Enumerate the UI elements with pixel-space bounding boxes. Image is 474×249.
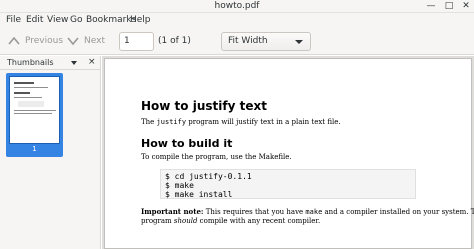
next-button[interactable]: Next [67,33,105,49]
thumbnail-line [14,87,48,88]
thumbnail-line [14,97,42,98]
document-viewport[interactable]: How to justify text The justify program … [102,56,474,249]
sidebar-header[interactable]: Thumbnails × [0,56,100,70]
note-label: Important note: [141,207,204,216]
inline-code: justify [156,118,187,126]
maximize-icon[interactable]: □ [442,0,456,13]
intro-paragraph: The justify program will justify text in… [141,118,341,126]
document-heading-2: How to build it [141,137,233,150]
text-span: program will justify text in a plain tex… [186,118,341,126]
sidebar: Thumbnails × 1 [0,56,101,249]
thumbnail-line [14,92,30,94]
menu-edit[interactable]: Edit [26,15,43,25]
menu-bookmarks[interactable]: Bookmarks [86,15,136,25]
zoom-value: Fit Width [228,36,268,46]
menu-bar: File Edit View Go Bookmarks Help [0,13,474,28]
code-line: $ make [165,181,194,190]
thumbnail-line [14,113,52,114]
thumbnail-page-number: 1 [32,145,37,153]
menu-file[interactable]: File [6,15,21,25]
thumbnail-line [14,82,34,84]
title-bar: howto.pdf — □ ✕ [0,0,474,13]
code-line: $ make install [165,190,233,199]
text-span: and a compiler installed on your system.… [322,208,474,216]
chevron-up-icon [8,36,20,45]
chevron-down-icon[interactable] [71,61,77,65]
zoom-select[interactable]: Fit Width [221,32,311,51]
menu-view[interactable]: View [47,15,68,25]
note-paragraph-line-2: program should compile with any recent c… [141,217,320,225]
toolbar: Previous Next 1 (1 of 1) Fit Width [0,28,474,55]
previous-label: Previous [25,36,64,46]
text-span: This requires that you have [203,208,306,216]
code-line: $ cd justify-0.1.1 [165,172,252,181]
note-paragraph-line-1: Important note: This requires that you h… [141,207,474,216]
sidebar-mode-label: Thumbnails [7,58,54,67]
minimize-icon[interactable]: — [424,0,438,13]
thumbnail-page-preview [9,76,60,144]
menu-go[interactable]: Go [70,15,82,25]
window-title: howto.pdf [214,1,260,11]
next-label: Next [84,36,105,46]
text-span: compile with any recent compiler. [197,217,321,225]
text-span: The [141,118,157,126]
page-number-input[interactable]: 1 [119,32,154,51]
thumbnail-code-block [18,101,44,107]
inline-code: make [305,208,323,216]
document-heading-1: How to justify text [141,99,267,113]
document-page: How to justify text The justify program … [104,58,474,249]
emphasis: should [173,217,198,225]
page-count: (1 of 1) [158,36,191,46]
text-span: program [141,217,174,225]
close-icon[interactable]: ✕ [459,0,473,13]
previous-button[interactable]: Previous [8,33,63,49]
code-block: $ cd justify-0.1.1 $ make $ make install [160,169,416,199]
chevron-down-icon [67,37,79,46]
chevron-down-icon [295,40,303,44]
menu-help[interactable]: Help [130,15,151,25]
build-paragraph: To compile the program, use the Makefile… [141,153,292,161]
sidebar-close-icon[interactable]: × [88,57,96,67]
thumbnail-line [14,110,56,111]
page-thumbnail[interactable]: 1 [6,73,63,157]
